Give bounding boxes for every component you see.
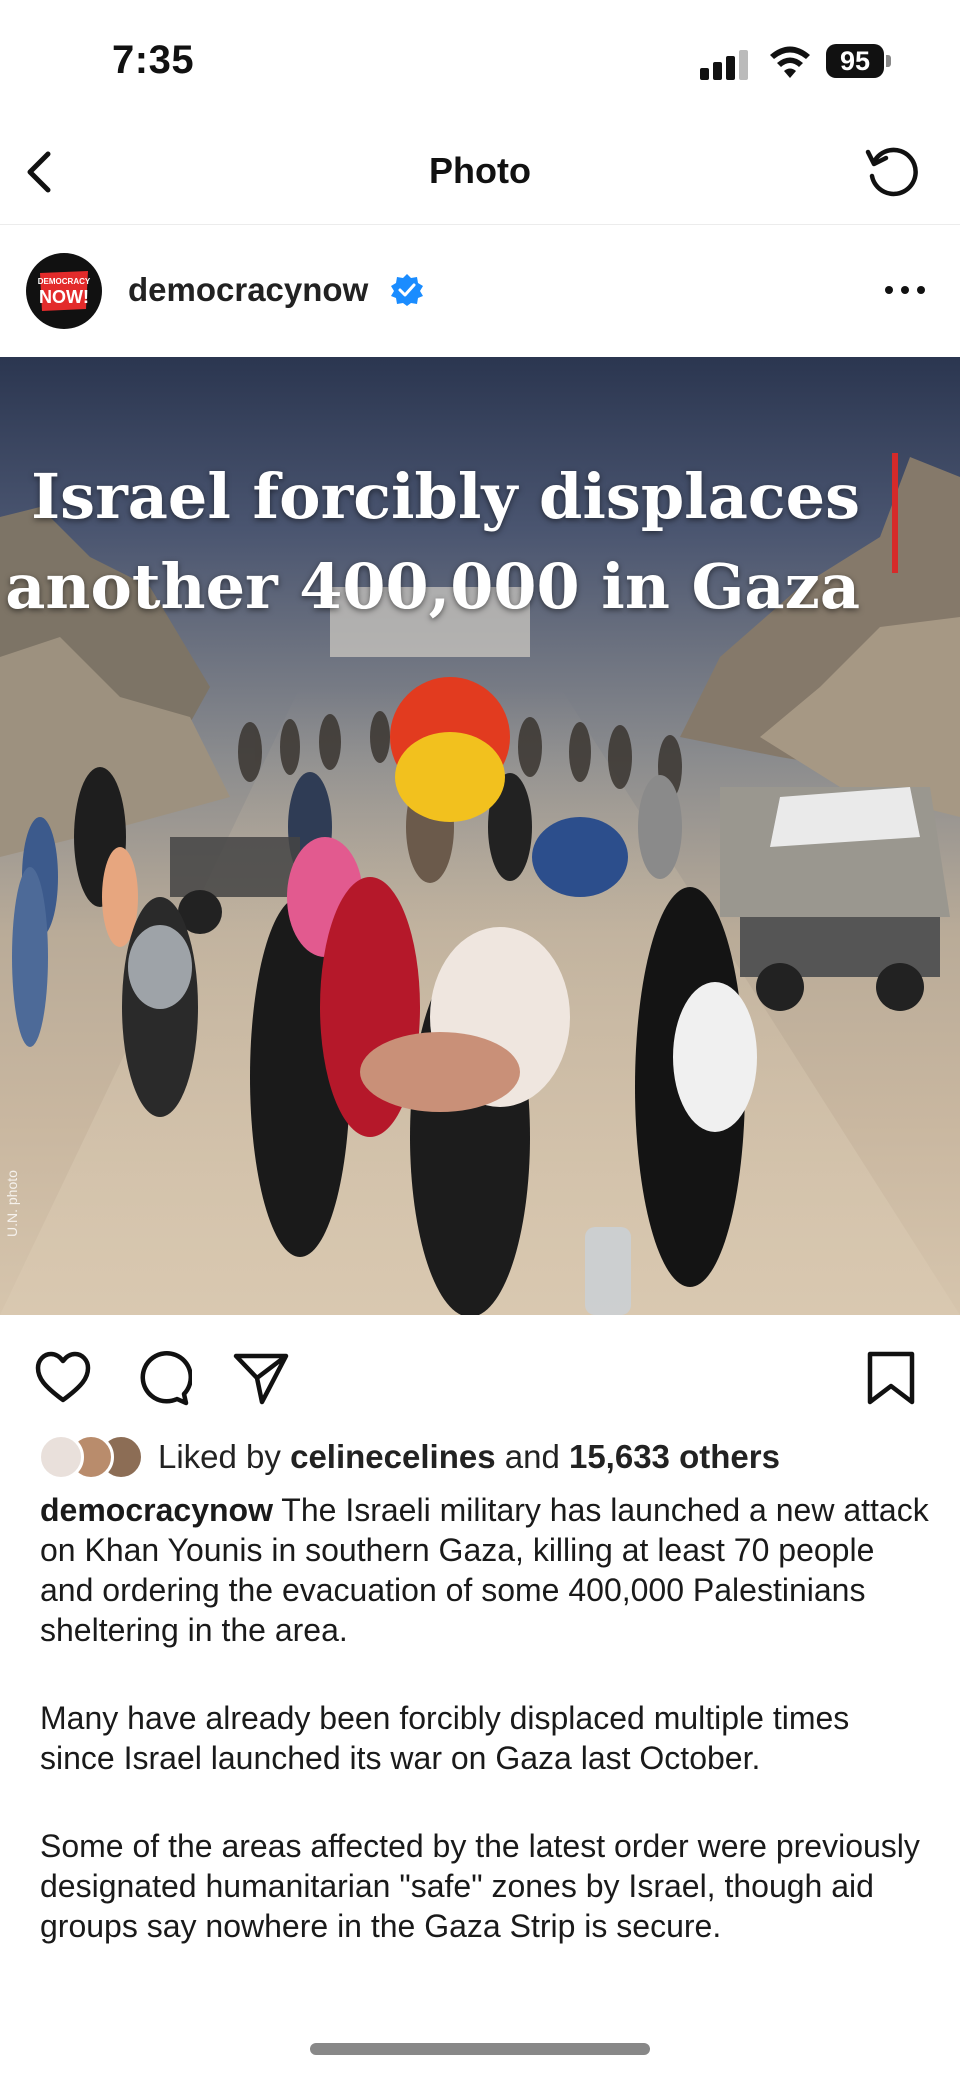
photo-headline: Israel forcibly displaces another 400,00… — [0, 452, 860, 632]
photo-headline-line2: another 400,000 in Gaza — [5, 550, 860, 623]
heart-icon[interactable] — [34, 1350, 92, 1406]
refresh-icon[interactable] — [860, 140, 924, 204]
likes-others[interactable]: 15,633 others — [569, 1438, 780, 1475]
page-title: Photo — [429, 150, 531, 191]
svg-text:DEMOCRACY: DEMOCRACY — [38, 277, 91, 286]
photo-credit: U.N. photo — [4, 1170, 20, 1237]
status-bar: 7:35 95 — [0, 0, 960, 120]
bookmark-icon[interactable] — [862, 1350, 920, 1406]
battery-level: 95 — [826, 44, 884, 78]
likes-user[interactable]: celinecelines — [290, 1438, 495, 1475]
cellular-signal-icon — [700, 48, 752, 80]
nav-bar: Photo — [0, 120, 960, 225]
caption-paragraph: Many have already been forcibly displace… — [40, 1698, 930, 1778]
post-caption: democracynow The Israeli military has la… — [40, 1490, 930, 1994]
liker-avatar — [38, 1434, 84, 1480]
caption-text-2: Many have already been forcibly displace… — [40, 1700, 850, 1776]
status-time: 7:35 — [112, 38, 195, 82]
likes-row[interactable]: Liked by celinecelines and 15,633 others — [38, 1432, 938, 1488]
post-actions — [0, 1316, 960, 1436]
caption-paragraph: democracynow The Israeli military has la… — [40, 1490, 930, 1650]
avatar[interactable]: DEMOCRACY NOW! — [26, 253, 102, 329]
caption-text-3: Some of the areas affected by the latest… — [40, 1828, 920, 1944]
likes-text: Liked by celinecelines and 15,633 others — [158, 1438, 780, 1476]
share-icon[interactable] — [232, 1350, 290, 1406]
comment-icon[interactable] — [134, 1350, 192, 1406]
photo-headline-line1: Israel forcibly displaces — [31, 460, 860, 533]
post-photo[interactable]: Israel forcibly displaces another 400,00… — [0, 357, 960, 1315]
headline-accent-bar — [892, 453, 898, 573]
likes-prefix: Liked by — [158, 1438, 281, 1475]
more-options-icon[interactable] — [880, 275, 930, 305]
home-indicator — [310, 2043, 650, 2055]
post-username[interactable]: democracynow — [128, 271, 368, 309]
wifi-icon — [770, 46, 810, 78]
caption-paragraph: Some of the areas affected by the latest… — [40, 1826, 930, 1946]
democracy-now-logo-icon: DEMOCRACY NOW! — [36, 267, 92, 313]
likes-mid: and — [504, 1438, 560, 1475]
battery-icon: 95 — [826, 44, 892, 80]
svg-text:NOW!: NOW! — [39, 287, 89, 307]
verified-badge-icon — [391, 274, 423, 306]
caption-username[interactable]: democracynow — [40, 1492, 273, 1528]
post-header: DEMOCRACY NOW! democracynow — [0, 225, 960, 355]
